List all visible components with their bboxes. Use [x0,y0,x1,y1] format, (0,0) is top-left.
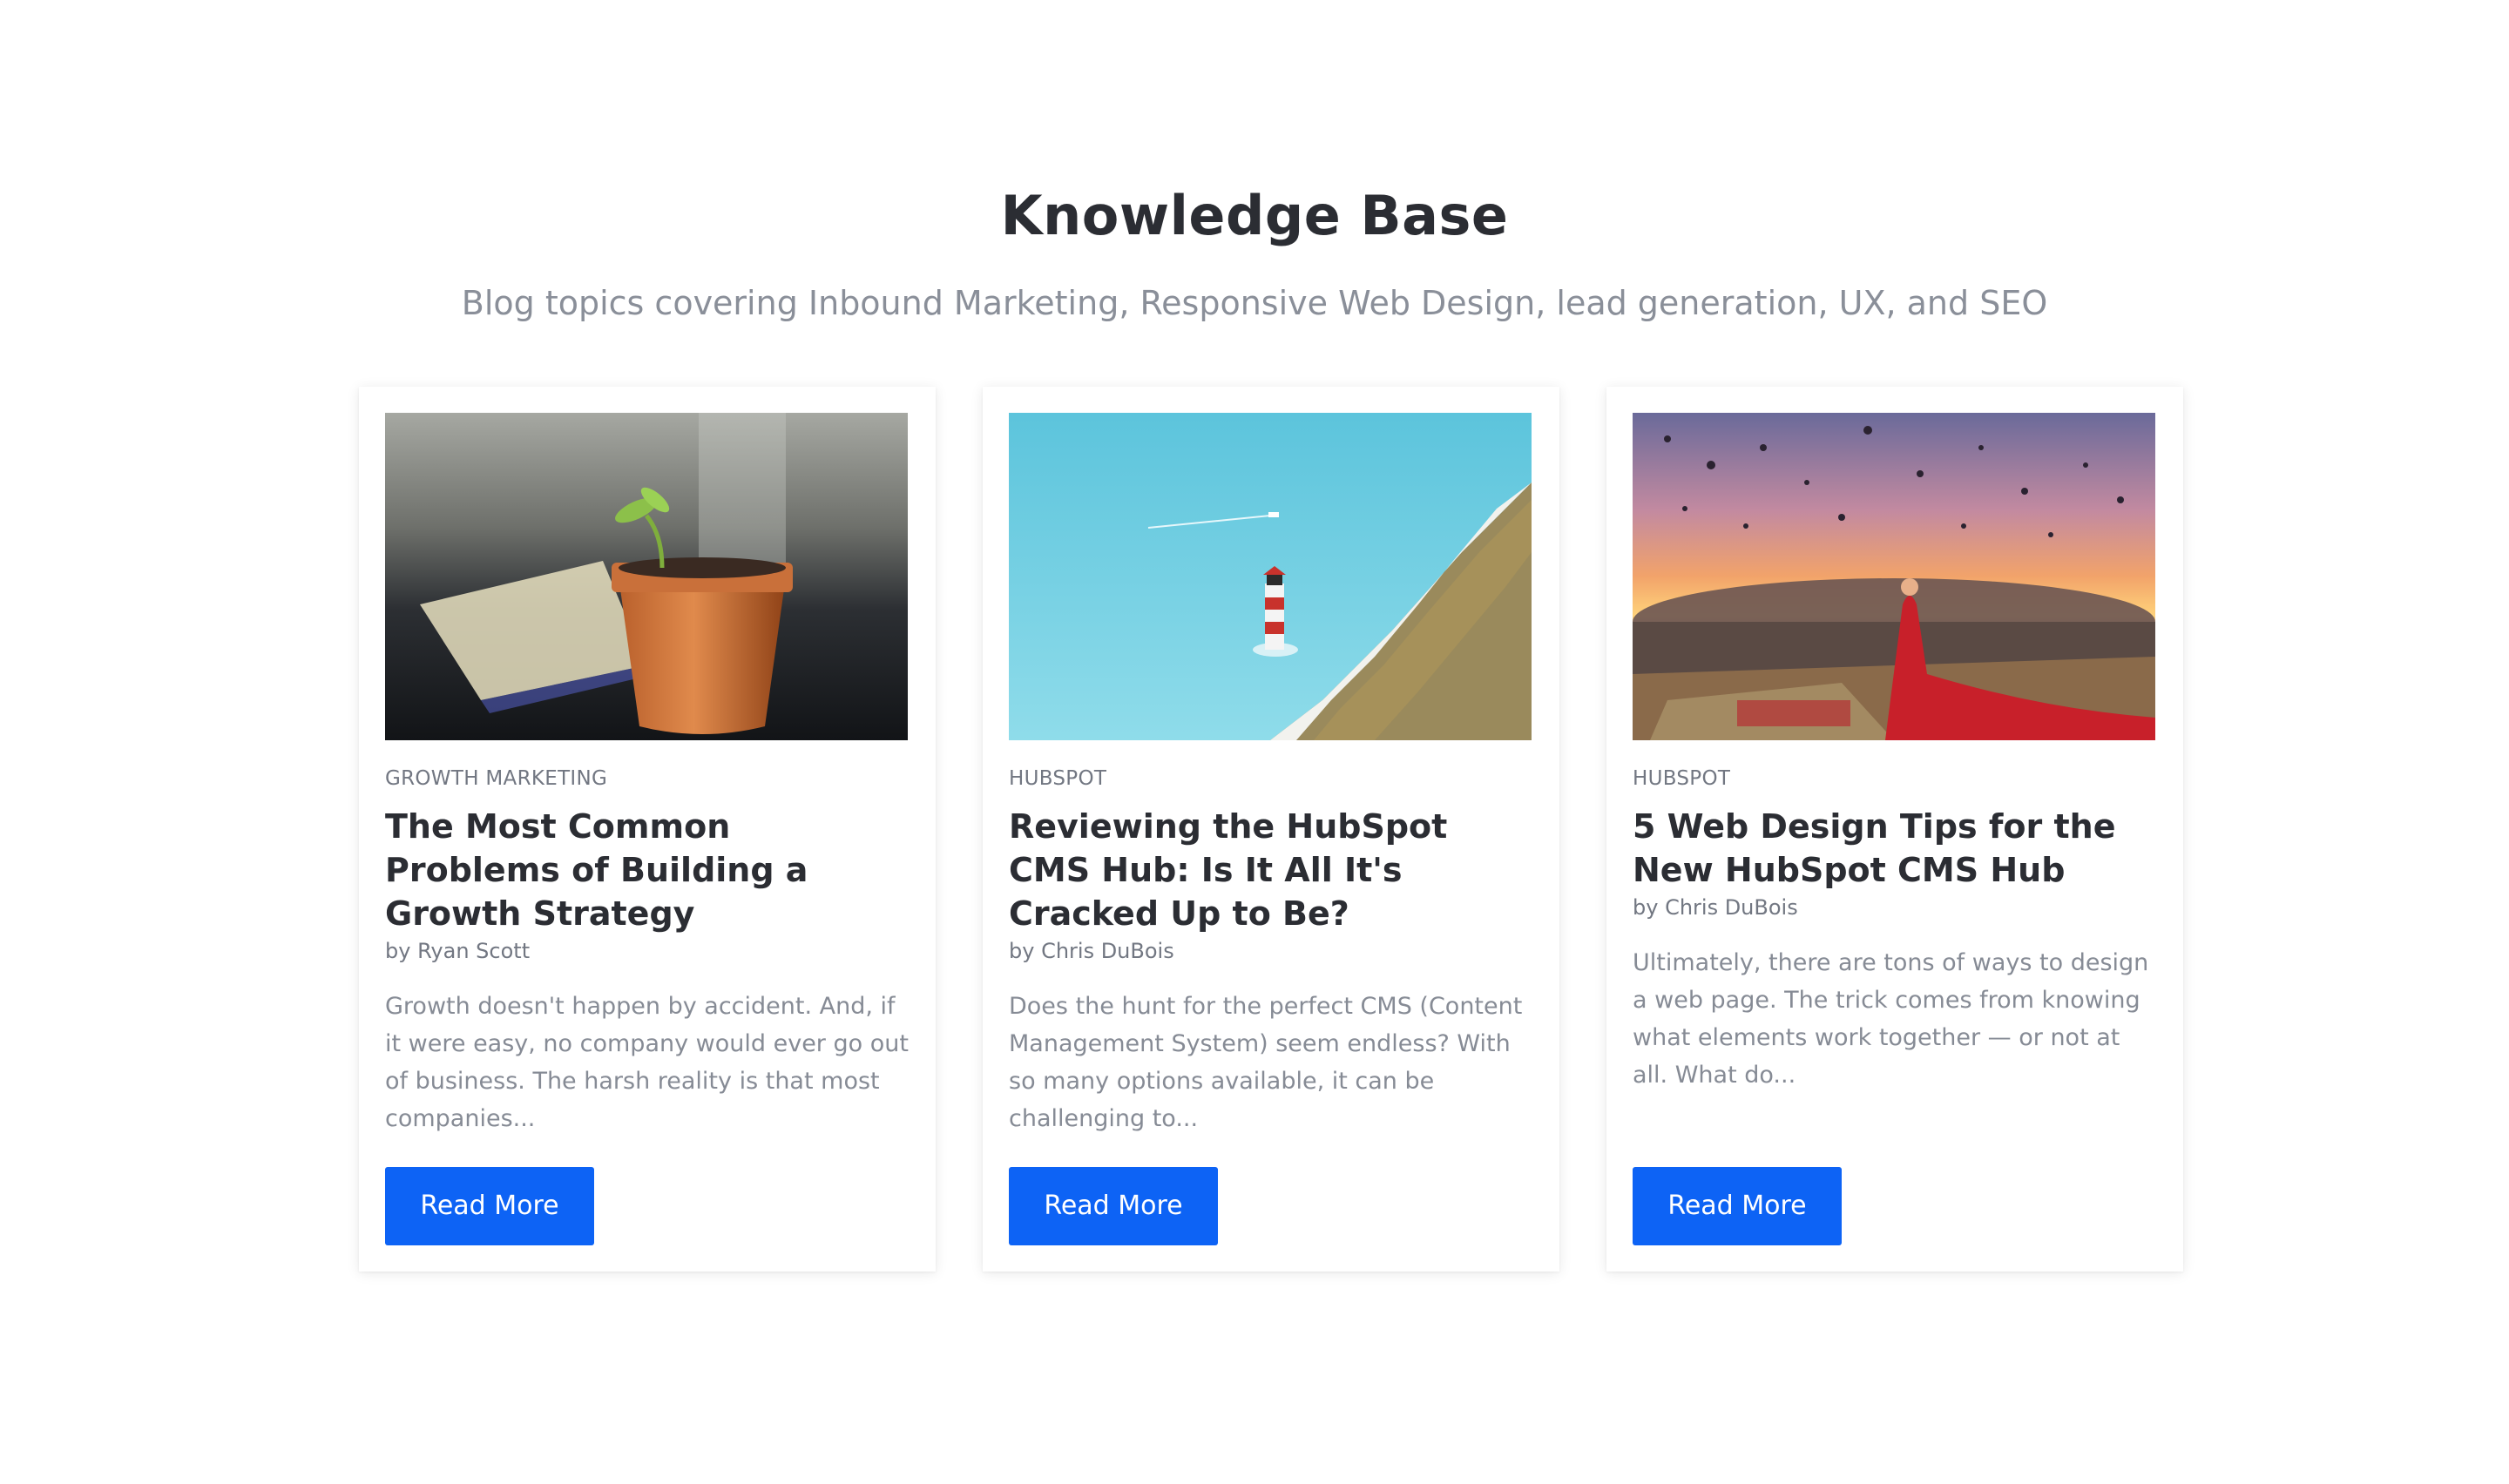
potted-seedling-image [385,413,908,740]
blog-card: HUBSPOT Reviewing the HubSpot CMS Hub: I… [983,387,1559,1272]
post-title[interactable]: Reviewing the HubSpot CMS Hub: Is It All… [1009,805,1537,935]
post-author: by Chris DuBois [1009,939,1174,963]
knowledge-base-page: Knowledge Base Blog topics covering Inbo… [0,0,2509,1484]
post-excerpt: Ultimately, there are tons of ways to de… [1633,949,2149,1089]
post-title[interactable]: The Most Common Problems of Building a G… [385,805,913,935]
blog-card-body: GROWTH MARKETING The Most Common Problem… [385,763,913,1137]
blog-card-body: HUBSPOT Reviewing the HubSpot CMS Hub: I… [1009,763,1537,1137]
blog-card-image-lighthouse[interactable] [1009,413,1532,740]
post-category[interactable]: HUBSPOT [1633,763,2161,794]
lighthouse-sea-image [1009,413,1532,740]
blog-card-body: HUBSPOT 5 Web Design Tips for the New Hu… [1633,763,2161,1094]
post-title[interactable]: 5 Web Design Tips for the New HubSpot CM… [1633,805,2161,892]
post-excerpt: Does the hunt for the perfect CMS (Conte… [1009,993,1523,1132]
blog-card-image-seedling[interactable] [385,413,908,740]
post-excerpt: Growth doesn't happen by accident. And, … [385,993,909,1132]
blog-card-grid: GROWTH MARKETING The Most Common Problem… [359,387,2183,1272]
read-more-button[interactable]: Read More [385,1167,594,1245]
blog-card-image-balloons[interactable] [1633,413,2155,740]
post-category[interactable]: HUBSPOT [1009,763,1537,794]
read-more-button[interactable]: Read More [1633,1167,1842,1245]
read-more-button[interactable]: Read More [1009,1167,1218,1245]
section-subtitle: Blog topics covering Inbound Marketing, … [461,284,2048,322]
post-author: by Chris DuBois [1633,895,1798,920]
post-category[interactable]: GROWTH MARKETING [385,763,913,794]
section-title: Knowledge Base [1000,184,1509,247]
blog-card: HUBSPOT 5 Web Design Tips for the New Hu… [1606,387,2183,1272]
blog-card: GROWTH MARKETING The Most Common Problem… [359,387,936,1272]
post-author: by Ryan Scott [385,939,531,963]
hot-air-balloons-image [1633,413,2155,740]
